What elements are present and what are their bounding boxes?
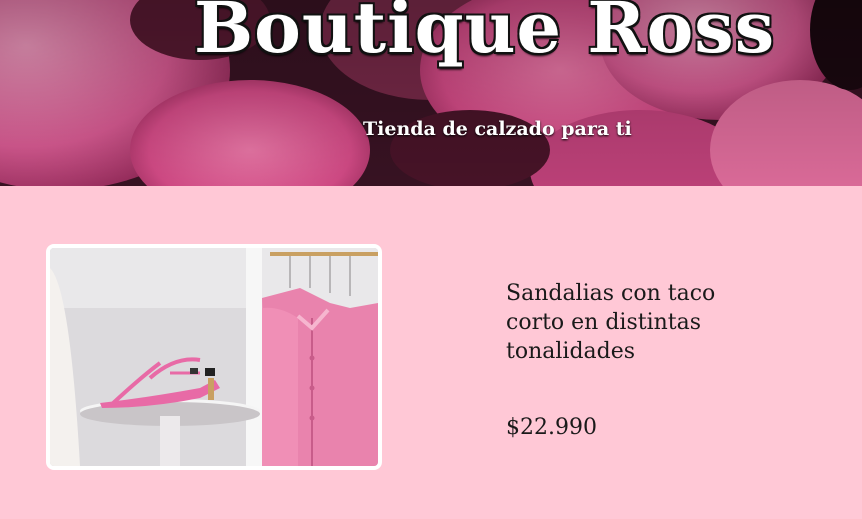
product-image[interactable] [46,244,382,470]
product-card: Sandalias con taco corto en distintas to… [0,186,862,519]
site-subtitle: Tienda de calzado para ti [363,118,632,140]
product-price: $22.990 [506,415,597,440]
sandals-photo-illustration [50,248,378,466]
product-name: Sandalias con taco corto en distintas to… [506,281,716,364]
site-title: Boutique Ross [194,0,776,69]
hero-banner: Boutique Ross Tienda de calzado para ti [0,0,862,186]
